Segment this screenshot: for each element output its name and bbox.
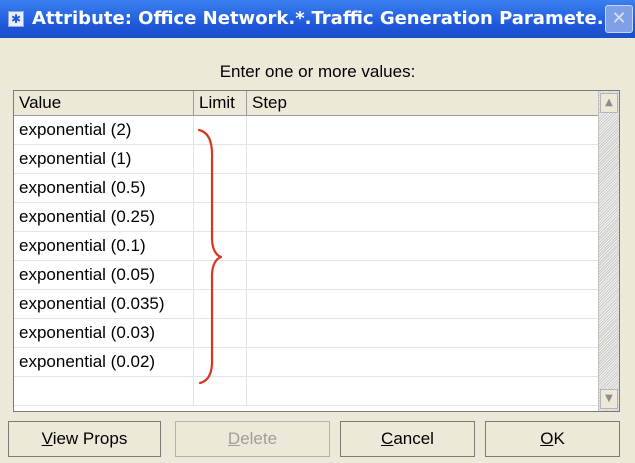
cell-step[interactable] <box>247 290 598 318</box>
table-row[interactable]: exponential (0.03) <box>14 319 598 348</box>
cell-limit[interactable] <box>194 261 247 289</box>
scroll-up-icon[interactable]: ▲ <box>600 93 618 113</box>
cell-value[interactable]: exponential (2) <box>14 116 194 144</box>
table-header: Value Limit Step <box>14 91 598 116</box>
cell-value[interactable]: exponential (0.035) <box>14 290 194 318</box>
cell-step[interactable] <box>247 174 598 202</box>
cell-step[interactable] <box>247 348 598 376</box>
cell-limit[interactable] <box>194 319 247 347</box>
column-header-limit[interactable]: Limit <box>194 91 247 115</box>
table-row[interactable]: exponential (0.25) <box>14 203 598 232</box>
column-header-value[interactable]: Value <box>14 91 194 115</box>
view-props-button[interactable]: View Props <box>8 421 161 457</box>
cell-limit[interactable] <box>194 203 247 231</box>
cell-limit[interactable] <box>194 232 247 260</box>
table-row[interactable]: exponential (0.5) <box>14 174 598 203</box>
vertical-scrollbar[interactable]: ▲ ▼ <box>598 91 619 411</box>
cell-step[interactable] <box>247 319 598 347</box>
close-button[interactable]: ✕ <box>605 5 633 33</box>
cell-step[interactable] <box>247 232 598 260</box>
table-row[interactable]: exponential (1) <box>14 145 598 174</box>
cell-limit[interactable] <box>194 290 247 318</box>
ok-button[interactable]: OK <box>485 421 620 457</box>
cell-limit[interactable] <box>194 116 247 144</box>
table-row[interactable]: exponential (0.05) <box>14 261 598 290</box>
cell-value[interactable]: exponential (0.1) <box>14 232 194 260</box>
cell-step[interactable] <box>247 261 598 289</box>
attribute-dialog: ✱ Attribute: Office Network.*.Traffic Ge… <box>0 0 635 463</box>
cell-value[interactable]: exponential (0.25) <box>14 203 194 231</box>
table-row[interactable]: exponential (0.02) <box>14 348 598 377</box>
asterisk-window-icon: ✱ <box>8 11 24 27</box>
cell-limit[interactable] <box>194 174 247 202</box>
cell-step[interactable] <box>247 116 598 144</box>
delete-button[interactable]: Delete <box>175 421 330 457</box>
cancel-button[interactable]: Cancel <box>340 421 475 457</box>
column-header-step[interactable]: Step <box>247 91 598 115</box>
values-table: Value Limit Step exponential (2) exponent… <box>13 90 620 412</box>
cell-value[interactable] <box>14 377 194 405</box>
table-row[interactable]: exponential (0.035) <box>14 290 598 319</box>
cell-limit[interactable] <box>194 377 247 405</box>
cell-value[interactable]: exponential (0.03) <box>14 319 194 347</box>
cell-step[interactable] <box>247 377 598 405</box>
table-body: exponential (2) exponential (1) exponentia… <box>14 116 598 406</box>
cell-step[interactable] <box>247 145 598 173</box>
cell-step[interactable] <box>247 203 598 231</box>
cell-limit[interactable] <box>194 348 247 376</box>
cell-value[interactable]: exponential (0.5) <box>14 174 194 202</box>
window-title: Attribute: Office Network.*.Traffic Gene… <box>32 8 602 29</box>
title-bar[interactable]: ✱ Attribute: Office Network.*.Traffic Ge… <box>0 0 635 38</box>
table-row[interactable]: exponential (2) <box>14 116 598 145</box>
table-row[interactable] <box>14 377 598 406</box>
cell-limit[interactable] <box>194 145 247 173</box>
cell-value[interactable]: exponential (0.05) <box>14 261 194 289</box>
scroll-down-icon[interactable]: ▼ <box>600 389 618 409</box>
prompt-label: Enter one or more values: <box>219 62 416 81</box>
cell-value[interactable]: exponential (1) <box>14 145 194 173</box>
cell-value[interactable]: exponential (0.02) <box>14 348 194 376</box>
table-row[interactable]: exponential (0.1) <box>14 232 598 261</box>
